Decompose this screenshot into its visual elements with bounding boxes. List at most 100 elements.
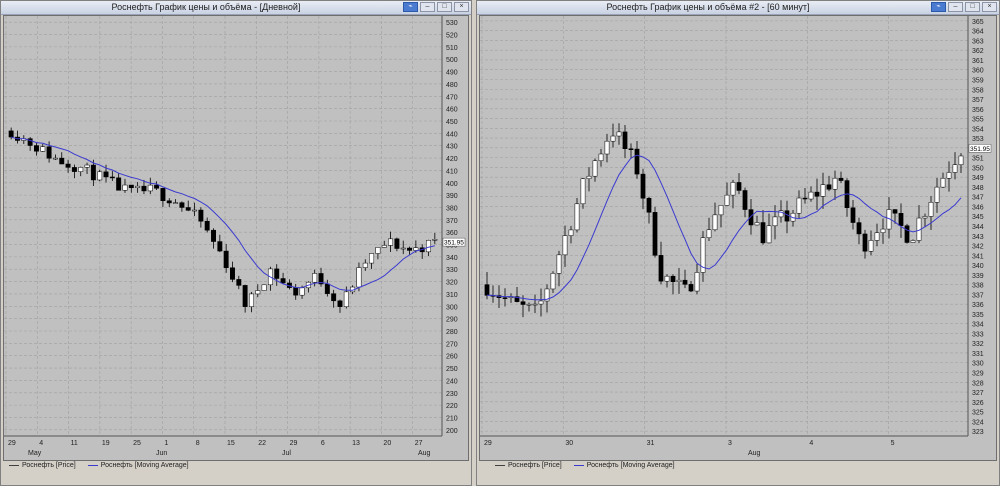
candle-body [670,275,676,282]
candle-body [160,188,166,201]
candle-body [928,202,934,217]
price-marker-label: 351.95 [970,146,990,153]
close-button[interactable]: × [454,2,469,12]
candle-body [892,209,898,214]
candle-body [413,247,419,251]
candle-body [634,148,640,175]
candle-body [71,167,77,172]
hourly-chart-window[interactable]: Роснефть График цены и объёма #2 - [60 м… [476,0,1000,486]
candle-body [242,285,248,307]
candle-body [652,212,658,256]
y-tick-label: 335 [972,312,984,319]
y-tick-label: 290 [446,317,458,324]
candle-body [946,172,952,179]
candle-body [838,177,844,181]
y-tick-label: 336 [972,302,984,309]
y-tick-label: 350 [972,165,984,172]
daily-chart-window[interactable]: Роснефть График цены и объёма - [Дневной… [0,0,472,486]
candle-body [898,213,904,226]
y-tick-label: 344 [972,224,984,231]
candle-body [910,240,916,243]
daily-price-plot[interactable]: 530 520 510 500 490 480 470 460 450 440 430 420 410 4… [3,15,469,461]
candle-body [192,209,198,212]
candle-body [109,176,115,179]
candle-body [904,225,910,243]
y-tick-label: 400 [446,181,458,188]
candle-body [616,131,622,137]
maximize-button[interactable]: □ [965,2,980,12]
daily-window-titlebar[interactable]: Роснефть График цены и объёма - [Дневной… [1,1,471,15]
candle-body [97,171,103,181]
candle-body [628,148,634,150]
y-tick-label: 430 [446,144,458,151]
x-day-label: 30 [565,440,573,447]
candle-body [574,203,580,231]
candle-body [856,222,862,235]
y-tick-label: 440 [446,131,458,138]
candle-body [796,197,802,214]
legend-ma-swatch [573,464,584,466]
y-tick-label: 329 [972,371,984,378]
y-tick-label: 341 [972,253,984,260]
y-tick-label: 370 [446,218,458,225]
x-month-label: Aug [748,450,761,457]
candle-body [128,184,134,189]
y-tick-label: 345 [972,214,984,221]
candle-body [586,175,592,180]
candle-body [324,283,330,294]
candle-body [730,182,736,196]
candle-body [760,222,766,244]
y-tick-label: 342 [972,244,984,251]
y-tick-label: 410 [446,168,458,175]
candle-body [356,267,362,288]
candle-body [375,247,381,254]
y-tick-label: 520 [446,33,458,40]
y-tick-label: 470 [446,94,458,101]
y-tick-label: 250 [446,366,458,373]
x-month-label: May [28,450,42,457]
pin-icon[interactable]: ⌁ [931,2,946,12]
y-tick-label: 220 [446,403,458,410]
y-tick-label: 339 [972,273,984,280]
hourly-price-plot[interactable]: 365 364 363 362 361 360 359 358 357 356 355 354 353 3… [479,15,997,461]
y-tick-label: 351 [972,156,984,163]
candle-body [337,300,343,307]
x-day-label: 20 [383,440,391,447]
x-day-label: 4 [39,440,43,447]
candle-body [814,191,820,197]
candle-body [538,300,544,305]
y-tick-label: 355 [972,117,984,124]
y-tick-label: 324 [972,419,984,426]
candle-body [154,184,160,189]
close-button[interactable]: × [982,2,997,12]
y-tick-label: 240 [446,378,458,385]
y-tick-label: 200 [446,428,458,435]
y-tick-label: 320 [446,280,458,287]
candle-body [682,279,688,285]
y-tick-label: 343 [972,234,984,241]
candle-body [694,272,700,292]
candle-body [712,214,718,231]
maximize-button[interactable]: □ [437,2,452,12]
hourly-candlestick-chart: 3653643633623613603593583573563553543533… [480,16,992,457]
candle-body [502,297,508,299]
candle-body [116,177,122,191]
candle-body [598,153,604,162]
candle-body [568,229,574,236]
minimize-button[interactable]: – [948,2,963,12]
daily-legend: Роснефть [Price] Роснефть [Moving Averag… [5,460,189,471]
candle-body [331,293,337,302]
pin-icon[interactable]: ⌁ [403,2,418,12]
candle-body [217,241,223,252]
y-tick-label: 348 [972,185,984,192]
candle-body [103,171,109,178]
candle-body [407,247,413,251]
y-tick-label: 365 [972,19,984,26]
legend-ma-label: Роснефть [Moving Average] [586,462,675,469]
candle-body [135,185,141,189]
candle-body [820,184,826,197]
candle-body [754,222,760,226]
minimize-button[interactable]: – [420,2,435,12]
hourly-window-titlebar[interactable]: Роснефть График цены и объёма #2 - [60 м… [477,1,999,15]
legend-price-label: Роснефть [Price] [22,462,76,469]
